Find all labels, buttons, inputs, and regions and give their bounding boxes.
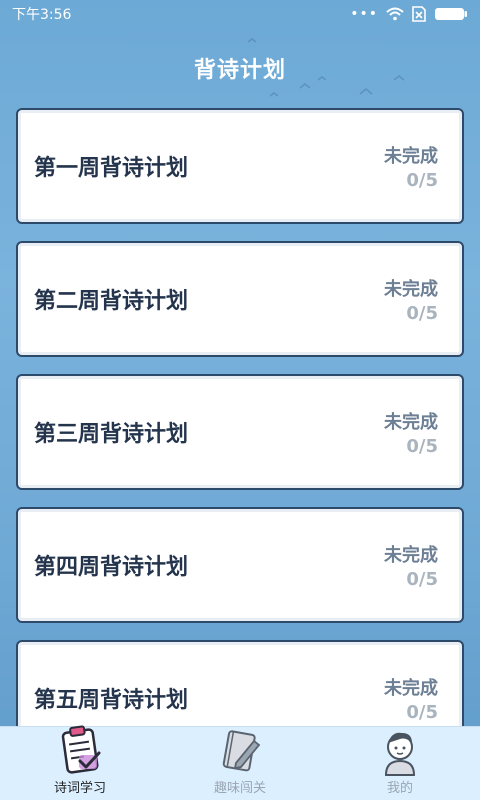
plan-title: 第一周背诗计划 — [34, 156, 189, 181]
no-sim-icon — [412, 6, 426, 22]
tab-profile[interactable]: 我的 — [320, 726, 480, 800]
plan-card-week-1[interactable]: 第一周背诗计划 未完成 0/5 — [16, 108, 464, 224]
plan-card-week-3[interactable]: 第三周背诗计划 未完成 0/5 — [16, 374, 464, 490]
status-bar: 下午3:56 ••• — [0, 0, 480, 28]
plan-title: 第三周背诗计划 — [34, 422, 189, 447]
wifi-icon — [386, 7, 404, 21]
plan-progress: 0/5 — [406, 701, 438, 723]
plan-list: 第一周背诗计划 未完成 0/5 第二周背诗计划 未完成 0/5 第三周背诗计划 … — [16, 108, 464, 773]
tab-label: 趣味闯关 — [213, 781, 266, 796]
tab-label: 诗词学习 — [53, 781, 106, 796]
plan-card-week-2[interactable]: 第二周背诗计划 未完成 0/5 — [16, 241, 464, 357]
plan-card-week-4[interactable]: 第四周背诗计划 未完成 0/5 — [16, 507, 464, 623]
clipboard-check-icon — [53, 723, 107, 777]
plan-state: 未完成 — [384, 145, 438, 167]
tab-fun-challenge[interactable]: 趣味闯关 — [160, 726, 320, 800]
tab-label: 我的 — [386, 781, 413, 796]
notebook-pencil-icon — [213, 726, 267, 777]
plan-progress: 0/5 — [406, 568, 438, 590]
plan-progress: 0/5 — [406, 169, 438, 191]
plan-status: 未完成 0/5 — [384, 142, 438, 191]
status-icons: ••• — [350, 6, 468, 22]
plan-status: 未完成 0/5 — [384, 674, 438, 723]
plan-title: 第五周背诗计划 — [34, 688, 189, 713]
plan-state: 未完成 — [384, 544, 438, 566]
signal-dots-icon: ••• — [350, 6, 378, 22]
page-header: 背诗计划 — [0, 44, 480, 92]
user-avatar-icon — [373, 726, 427, 777]
bottom-tab-bar: 诗词学习 趣味闯关 我的 — [0, 723, 480, 800]
plan-status: 未完成 0/5 — [384, 408, 438, 457]
plan-progress: 0/5 — [406, 435, 438, 457]
plan-state: 未完成 — [384, 677, 438, 699]
tab-poetry-study[interactable]: 诗词学习 — [0, 723, 160, 800]
status-time: 下午3:56 — [12, 7, 72, 23]
plan-status: 未完成 0/5 — [384, 541, 438, 590]
plan-state: 未完成 — [384, 278, 438, 300]
plan-title: 第二周背诗计划 — [34, 289, 189, 314]
page-title: 背诗计划 — [193, 58, 286, 83]
plan-progress: 0/5 — [406, 302, 438, 324]
battery-icon — [435, 8, 467, 20]
plan-state: 未完成 — [384, 411, 438, 433]
plan-status: 未完成 0/5 — [384, 275, 438, 324]
plan-title: 第四周背诗计划 — [34, 555, 189, 580]
